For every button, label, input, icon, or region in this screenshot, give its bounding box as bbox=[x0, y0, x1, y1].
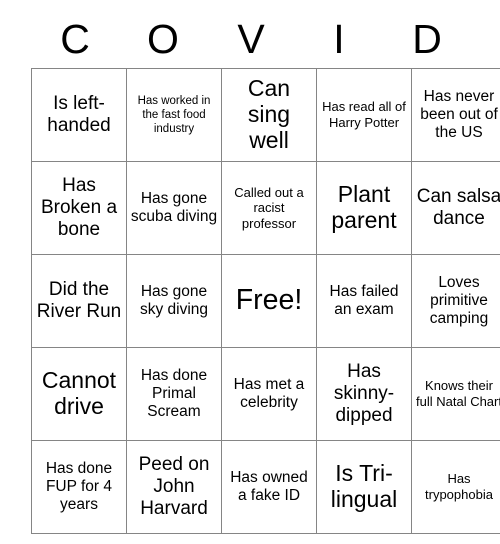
bingo-cell[interactable]: Is left-handed bbox=[31, 68, 127, 162]
bingo-cell-label: Has done Primal Scream bbox=[140, 366, 208, 421]
bingo-cell-label: Cannot drive bbox=[41, 367, 117, 419]
bingo-cell-label: Plant parent bbox=[331, 181, 397, 233]
bingo-header-letter-3: V bbox=[237, 15, 265, 62]
bingo-cell[interactable]: Has done Primal Scream bbox=[126, 347, 222, 441]
bingo-cell-label: Has trypophobia bbox=[425, 471, 493, 502]
bingo-cell-free[interactable]: Free! bbox=[221, 254, 317, 348]
bingo-cell[interactable]: Can sing well bbox=[221, 68, 317, 162]
bingo-cell[interactable]: Is Tri-lingual bbox=[316, 440, 412, 534]
bingo-row: Has done FUP for 4 years Peed on John Ha… bbox=[31, 440, 500, 534]
bingo-cell[interactable]: Has never been out of the US bbox=[411, 68, 500, 162]
bingo-cell[interactable]: Has worked in the fast food industry bbox=[126, 68, 222, 162]
bingo-cell-label: Loves primitive camping bbox=[429, 273, 489, 328]
bingo-header-letter-4: I bbox=[333, 15, 345, 62]
bingo-header-row: C O V I D bbox=[31, 10, 471, 68]
bingo-cell[interactable]: Has trypophobia bbox=[411, 440, 500, 534]
bingo-cell[interactable]: Has Broken a bone bbox=[31, 161, 127, 255]
bingo-cell-label: Free! bbox=[235, 284, 303, 317]
bingo-cell-label: Has done FUP for 4 years bbox=[45, 459, 113, 514]
bingo-card: C O V I D Is left-handed Has worked in t… bbox=[31, 10, 500, 534]
bingo-cell[interactable]: Has skinny-dipped bbox=[316, 347, 412, 441]
bingo-cell-label: Has worked in the fast food industry bbox=[137, 94, 211, 135]
bingo-row: Did the River Run Has gone sky diving Fr… bbox=[31, 254, 500, 348]
bingo-cell[interactable]: Plant parent bbox=[316, 161, 412, 255]
bingo-cell[interactable]: Has gone scuba diving bbox=[126, 161, 222, 255]
bingo-header-letter-5: D bbox=[412, 15, 442, 62]
bingo-cell[interactable]: Has done FUP for 4 years bbox=[31, 440, 127, 534]
bingo-cell-label: Has gone sky diving bbox=[139, 282, 209, 318]
bingo-header-letter-1: C bbox=[60, 15, 90, 62]
bingo-cell-label: Has gone scuba diving bbox=[130, 189, 218, 225]
bingo-cell-label: Is Tri-lingual bbox=[330, 460, 398, 512]
bingo-cell[interactable]: Has gone sky diving bbox=[126, 254, 222, 348]
bingo-cell-label: Peed on John Harvard bbox=[138, 454, 210, 519]
bingo-row: Has Broken a bone Has gone scuba diving … bbox=[31, 161, 500, 255]
bingo-grid: Is left-handed Has worked in the fast fo… bbox=[31, 68, 500, 534]
bingo-cell[interactable]: Has met a celebrity bbox=[221, 347, 317, 441]
bingo-cell[interactable]: Peed on John Harvard bbox=[126, 440, 222, 534]
bingo-row: Is left-handed Has worked in the fast fo… bbox=[31, 68, 500, 162]
bingo-cell[interactable]: Called out a racist professor bbox=[221, 161, 317, 255]
bingo-cell-label: Has met a celebrity bbox=[233, 375, 305, 411]
bingo-cell-label: Called out a racist professor bbox=[234, 184, 304, 231]
bingo-cell[interactable]: Has owned a fake ID bbox=[221, 440, 317, 534]
bingo-header-letter-2: O bbox=[147, 15, 179, 62]
bingo-cell-label: Knows their full Natal Chart bbox=[416, 378, 500, 409]
bingo-cell-label: Has failed an exam bbox=[329, 282, 399, 318]
bingo-cell-label: Has skinny-dipped bbox=[333, 361, 395, 426]
bingo-cell-label: Is left-handed bbox=[47, 93, 111, 136]
bingo-cell-label: Did the River Run bbox=[36, 279, 122, 322]
bingo-cell[interactable]: Knows their full Natal Chart bbox=[411, 347, 500, 441]
bingo-cell-label: Has read all of Harry Potter bbox=[322, 99, 406, 130]
bingo-cell-label: Has owned a fake ID bbox=[230, 468, 308, 504]
bingo-cell[interactable]: Cannot drive bbox=[31, 347, 127, 441]
bingo-cell[interactable]: Can salsa dance bbox=[411, 161, 500, 255]
bingo-cell-label: Has never been out of the US bbox=[420, 87, 498, 142]
bingo-cell[interactable]: Loves primitive camping bbox=[411, 254, 500, 348]
bingo-cell-label: Can salsa dance bbox=[416, 186, 500, 229]
bingo-cell-label: Has Broken a bone bbox=[40, 175, 118, 240]
bingo-cell[interactable]: Did the River Run bbox=[31, 254, 127, 348]
bingo-row: Cannot drive Has done Primal Scream Has … bbox=[31, 347, 500, 441]
bingo-cell-label: Can sing well bbox=[247, 75, 291, 153]
bingo-cell[interactable]: Has failed an exam bbox=[316, 254, 412, 348]
bingo-cell[interactable]: Has read all of Harry Potter bbox=[316, 68, 412, 162]
